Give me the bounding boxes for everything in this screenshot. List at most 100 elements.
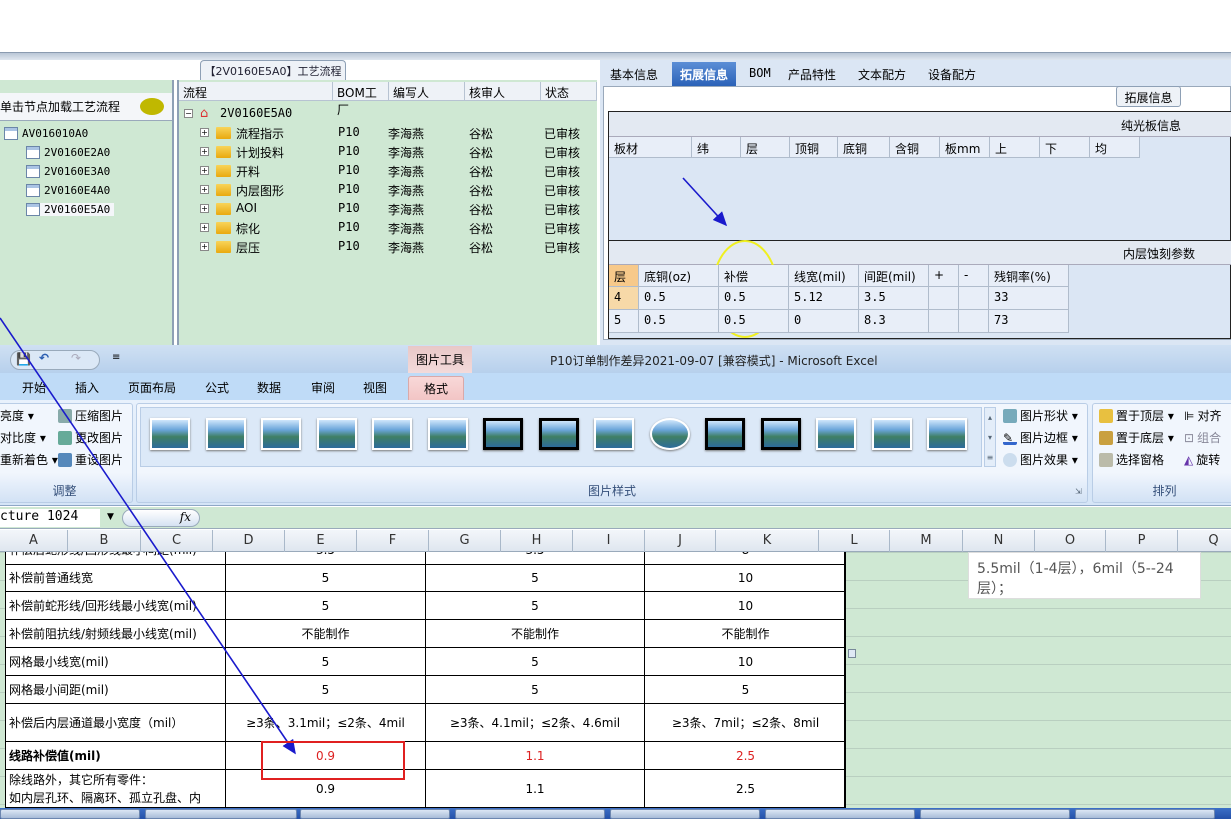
etch-cell[interactable] xyxy=(929,287,959,310)
etch-col-header[interactable]: 间距(mil) xyxy=(859,265,929,287)
expand-icon[interactable]: + xyxy=(200,204,209,213)
tree-node[interactable]: 2V0160E4A0 xyxy=(26,184,110,197)
col-header-bom[interactable]: BOM工厂 xyxy=(333,82,389,117)
column-header-K[interactable]: K xyxy=(716,530,819,552)
redo-icon[interactable]: ↷ xyxy=(71,351,81,365)
column-header-C[interactable]: C xyxy=(141,530,213,552)
board-col-header[interactable]: 上 xyxy=(990,137,1040,158)
column-header-F[interactable]: F xyxy=(357,530,429,552)
taskbar-button[interactable] xyxy=(300,809,450,819)
name-box[interactable]: cture 1024 xyxy=(0,509,100,527)
tab-formulas[interactable]: 公式 xyxy=(205,379,229,396)
tree-node-selected[interactable]: 2V0160E5A0 xyxy=(26,203,115,216)
gallery-scroll[interactable]: ▴ ▾ ≡ xyxy=(984,407,996,467)
taskbar-button[interactable] xyxy=(0,809,140,819)
expand-icon[interactable]: + xyxy=(200,128,209,137)
etch-col-header[interactable]: 层 xyxy=(609,265,639,287)
send-to-back-button[interactable]: 置于底层 ▾ xyxy=(1099,429,1174,446)
embedded-picture-table[interactable]: 补偿后蛇形线/回形线最小间距(mil)3.53.58补偿前普通线宽5510补偿前… xyxy=(5,552,846,808)
etch-cell[interactable]: 0.5 xyxy=(639,287,719,310)
column-header-L[interactable]: L xyxy=(819,530,890,552)
board-col-header[interactable]: 层 xyxy=(741,137,790,158)
expand-icon[interactable]: + xyxy=(200,223,209,232)
recolor-button[interactable]: 重新着色 ▾ xyxy=(0,451,58,468)
tree-node[interactable]: 2V0160E3A0 xyxy=(26,165,110,178)
flow-row[interactable]: + 层压 P10 李海燕 谷松 已审核 xyxy=(180,238,596,257)
note-picture[interactable]: 5.5mil（1-4层），6mil（5--24层）； xyxy=(968,552,1201,599)
picture-style-thumbnail[interactable] xyxy=(871,418,912,450)
column-header-B[interactable]: B xyxy=(68,530,141,552)
picture-border-button[interactable]: ✎ 图片边框 ▾ xyxy=(1003,429,1078,446)
expand-icon[interactable]: + xyxy=(200,242,209,251)
column-header-J[interactable]: J xyxy=(645,530,716,552)
tab-equipment-recipe[interactable]: 设备配方 xyxy=(920,62,984,86)
picture-style-thumbnail[interactable] xyxy=(816,418,856,450)
tab-text-recipe[interactable]: 文本配方 xyxy=(850,62,914,86)
etch-cell[interactable] xyxy=(929,310,959,333)
flow-row[interactable]: + 开料 P10 李海燕 谷松 已审核 xyxy=(180,162,596,181)
reset-picture-button[interactable]: 重设图片 xyxy=(58,451,123,468)
column-header-N[interactable]: N xyxy=(963,530,1035,552)
picture-style-thumbnail[interactable] xyxy=(372,418,412,450)
tree-root-row[interactable]: − ⌂ 2V0160E5A0 xyxy=(180,105,596,124)
tab-data[interactable]: 数据 xyxy=(257,379,281,396)
tree-node[interactable]: 2V0160E2A0 xyxy=(26,146,110,159)
picture-style-thumbnail[interactable] xyxy=(427,418,468,450)
etch-col-header[interactable]: 线宽(mil) xyxy=(789,265,859,287)
resize-handle[interactable] xyxy=(848,649,856,658)
taskbar-button[interactable] xyxy=(1075,809,1215,819)
customize-qat-icon[interactable]: ≡ xyxy=(112,352,120,363)
column-header-G[interactable]: G xyxy=(429,530,501,552)
tab-product-features[interactable]: 产品特性 xyxy=(780,62,844,86)
board-col-header[interactable]: 板mm xyxy=(940,137,990,158)
column-header-M[interactable]: M xyxy=(890,530,963,552)
tab-insert[interactable]: 插入 xyxy=(75,379,99,396)
picture-style-thumbnail[interactable] xyxy=(205,418,246,450)
align-button[interactable]: ⊫ 对齐 xyxy=(1184,407,1221,424)
board-col-header[interactable]: 含铜 xyxy=(890,137,940,158)
column-header-E[interactable]: E xyxy=(285,530,357,552)
change-picture-button[interactable]: 更改图片 xyxy=(58,429,123,446)
taskbar-button[interactable] xyxy=(920,809,1070,819)
col-header-writer[interactable]: 编写人 xyxy=(389,82,465,101)
compress-picture-button[interactable]: 压缩图片 xyxy=(58,407,123,424)
picture-shape-button[interactable]: 图片形状 ▾ xyxy=(1003,407,1078,424)
flow-row[interactable]: + 棕化 P10 李海燕 谷松 已审核 xyxy=(180,219,596,238)
picture-style-thumbnail[interactable] xyxy=(927,418,967,450)
etch-col-header[interactable]: - xyxy=(959,265,989,287)
group-button[interactable]: ⊡ 组合 xyxy=(1184,429,1221,446)
board-col-header[interactable]: 纬 xyxy=(692,137,741,158)
etch-cell[interactable]: 73 xyxy=(989,310,1069,333)
col-header-reviewer[interactable]: 核审人 xyxy=(465,82,541,101)
collapse-icon[interactable]: − xyxy=(184,109,193,118)
expand-icon[interactable]: + xyxy=(200,166,209,175)
undo-icon[interactable]: ↶ xyxy=(39,351,49,365)
rotate-button[interactable]: ◭ 旋转 xyxy=(1184,451,1220,468)
column-header-Q[interactable]: Q xyxy=(1178,530,1231,552)
column-header-O[interactable]: O xyxy=(1035,530,1106,552)
contrast-button[interactable]: 对比度 ▾ xyxy=(0,429,46,446)
dialog-launcher-icon[interactable]: ⇲ xyxy=(1075,487,1082,496)
bring-to-front-button[interactable]: 置于顶层 ▾ xyxy=(1099,407,1174,424)
taskbar-button[interactable] xyxy=(455,809,605,819)
tree-node-root[interactable]: AV016010A0 xyxy=(4,127,88,140)
tab-view[interactable]: 视图 xyxy=(363,379,387,396)
etch-cell[interactable]: 8.3 xyxy=(859,310,929,333)
col-header-flow[interactable]: 流程 xyxy=(179,82,333,101)
extended-info-group-button[interactable]: 拓展信息 xyxy=(1116,86,1181,107)
tab-basic-info[interactable]: 基本信息 xyxy=(602,62,666,86)
flow-row[interactable]: + AOI P10 李海燕 谷松 已审核 xyxy=(180,200,596,219)
etch-cell[interactable]: 5.12 xyxy=(789,287,859,310)
taskbar-button[interactable] xyxy=(145,809,297,819)
save-icon[interactable]: 💾 xyxy=(16,352,31,366)
picture-effects-button[interactable]: 图片效果 ▾ xyxy=(1003,451,1078,468)
etch-col-header[interactable]: + xyxy=(929,265,959,287)
taskbar-button[interactable] xyxy=(610,809,760,819)
picture-style-thumbnail[interactable] xyxy=(705,418,745,450)
column-header-H[interactable]: H xyxy=(501,530,573,552)
board-col-header[interactable]: 板材 xyxy=(609,137,692,158)
etch-cell[interactable]: 3.5 xyxy=(859,287,929,310)
tab-format[interactable]: 格式 xyxy=(408,376,464,401)
etch-cell[interactable] xyxy=(959,287,989,310)
expand-icon[interactable]: + xyxy=(200,185,209,194)
